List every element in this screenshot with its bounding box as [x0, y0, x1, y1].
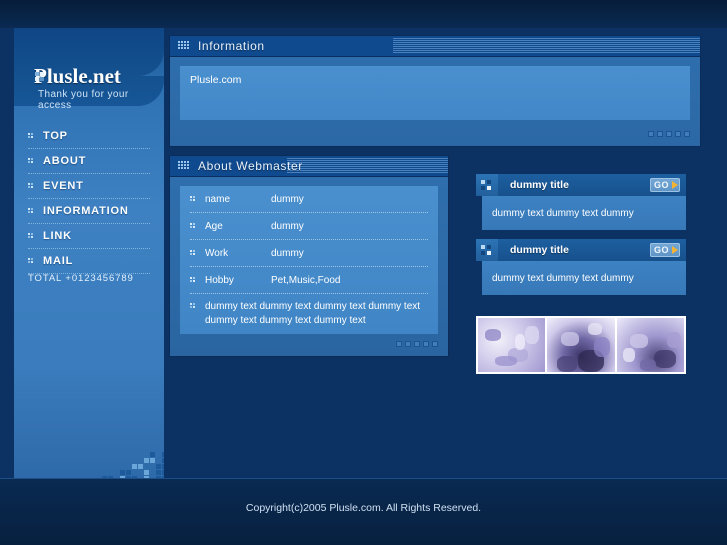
play-arrow-icon: [672, 181, 678, 189]
sidebar-item-label: LINK: [43, 230, 72, 242]
go-button[interactable]: GO: [649, 178, 680, 192]
table-row: Work dummy: [190, 240, 428, 267]
information-pager-dots[interactable]: [648, 131, 690, 138]
bullet-dot-icon: [28, 182, 35, 190]
about-note-text: dummy text dummy text dummy text dummy t…: [205, 301, 421, 326]
footer-divider: [0, 478, 727, 479]
table-row: Hobby Pet,Music,Food: [190, 267, 428, 294]
news-panel: dummy title GO dummy text dummy text dum…: [462, 156, 700, 398]
play-arrow-icon: [672, 246, 678, 254]
news-card-title: dummy title: [510, 244, 569, 256]
grid-dots-icon: [178, 41, 190, 51]
bullet-dot-icon: [28, 257, 35, 265]
about-note-row: dummy text dummy text dummy text dummy t…: [190, 300, 428, 328]
news-card-body: dummy text dummy text dummy: [482, 261, 686, 295]
news-card-header: dummy title GO: [476, 174, 686, 196]
information-body: Plusle.com: [180, 66, 690, 120]
information-panel: Information Plusle.com: [170, 36, 700, 146]
news-card-title: dummy title: [510, 179, 569, 191]
bullet-dot-icon: [28, 132, 35, 140]
go-button-label: GO: [653, 180, 669, 190]
copyright-text: Copyright(c)2005 Plusle.com. All Rights …: [245, 502, 482, 514]
row-key: name: [205, 193, 231, 205]
sidebar-item-label: EVENT: [43, 180, 84, 192]
row-value: dummy: [271, 220, 304, 232]
sidebar-item-label: INFORMATION: [43, 205, 129, 217]
news-card[interactable]: dummy title GO dummy text dummy text dum…: [476, 174, 686, 230]
news-card-body: dummy text dummy text dummy: [482, 196, 686, 230]
row-value: dummy: [271, 247, 304, 259]
information-panel-header: Information: [170, 36, 700, 57]
table-row: name dummy: [190, 186, 428, 213]
sidebar-item-link[interactable]: LINK: [28, 224, 150, 249]
sidebar-item-label: TOP: [43, 130, 68, 142]
bullet-dot-icon: [28, 232, 35, 240]
sidebar: Plusle.net Thank you for your access TOP…: [14, 28, 164, 478]
news-card-header: dummy title GO: [476, 239, 686, 261]
go-button-label: GO: [653, 245, 669, 255]
logo-dot-icon: [35, 72, 44, 81]
row-value: dummy: [271, 193, 304, 205]
checker-dot-icon: [476, 174, 498, 196]
row-key: Age: [205, 220, 223, 232]
mosaic-decoration: [90, 452, 164, 478]
panel-title: Information: [198, 39, 265, 53]
visitor-counter: TOTAL +0123456789: [28, 273, 134, 284]
site-tagline: Thank you for your access: [38, 89, 129, 111]
news-card-text: dummy text dummy text dummy: [492, 207, 634, 219]
bullet-dot-icon: [190, 303, 197, 310]
sidebar-item-mail[interactable]: MAIL: [28, 249, 150, 274]
sidebar-item-label: ABOUT: [43, 155, 87, 167]
about-panel-header: About Webmaster: [170, 156, 448, 177]
information-text: Plusle.com: [190, 74, 242, 86]
bullet-dot-icon: [190, 249, 197, 257]
sidebar-nav: TOP ABOUT EVENT INFORMATION LINK MAIL: [14, 124, 164, 274]
news-card[interactable]: dummy title GO dummy text dummy text dum…: [476, 239, 686, 295]
sidebar-item-information[interactable]: INFORMATION: [28, 199, 150, 224]
grid-dots-icon: [178, 161, 190, 171]
header-sheen: [286, 158, 448, 174]
bullet-dot-icon: [28, 157, 35, 165]
header-sheen: [392, 38, 700, 54]
row-key: Work: [205, 247, 229, 259]
site-logo[interactable]: Plusle.net: [34, 66, 121, 87]
bullet-dot-icon: [190, 276, 197, 284]
photo-thumbnail: [547, 318, 615, 372]
row-value: Pet,Music,Food: [271, 274, 341, 286]
top-band: [0, 0, 727, 28]
table-row: Age dummy: [190, 213, 428, 240]
row-key: Hobby: [205, 274, 234, 286]
go-button[interactable]: GO: [649, 243, 680, 257]
sidebar-item-event[interactable]: EVENT: [28, 174, 150, 199]
about-body: name dummy Age dummy Work dummy Hobby Pe…: [180, 186, 438, 334]
checker-dot-icon: [476, 239, 498, 261]
main-stage: Plusle.net Thank you for your access TOP…: [14, 28, 713, 478]
content-column: Information Plusle.com About Webmaster n…: [170, 28, 713, 478]
sidebar-item-about[interactable]: ABOUT: [28, 149, 150, 174]
about-pager-dots[interactable]: [396, 341, 438, 348]
about-webmaster-panel: About Webmaster name dummy Age dummy Wor…: [170, 156, 448, 356]
bullet-dot-icon: [190, 195, 197, 203]
news-card-text: dummy text dummy text dummy: [492, 272, 634, 284]
sidebar-item-label: MAIL: [43, 255, 74, 267]
page-root: Plusle.net Thank you for your access TOP…: [0, 0, 727, 545]
photo-thumbnail: [478, 318, 546, 372]
sidebar-item-top[interactable]: TOP: [28, 124, 150, 149]
bullet-dot-icon: [190, 222, 197, 230]
bullet-dot-icon: [28, 207, 35, 215]
photo-strip: [476, 316, 686, 374]
footer: Copyright(c)2005 Plusle.com. All Rights …: [0, 478, 727, 545]
photo-thumbnail: [616, 318, 684, 372]
panel-title: About Webmaster: [198, 159, 303, 173]
